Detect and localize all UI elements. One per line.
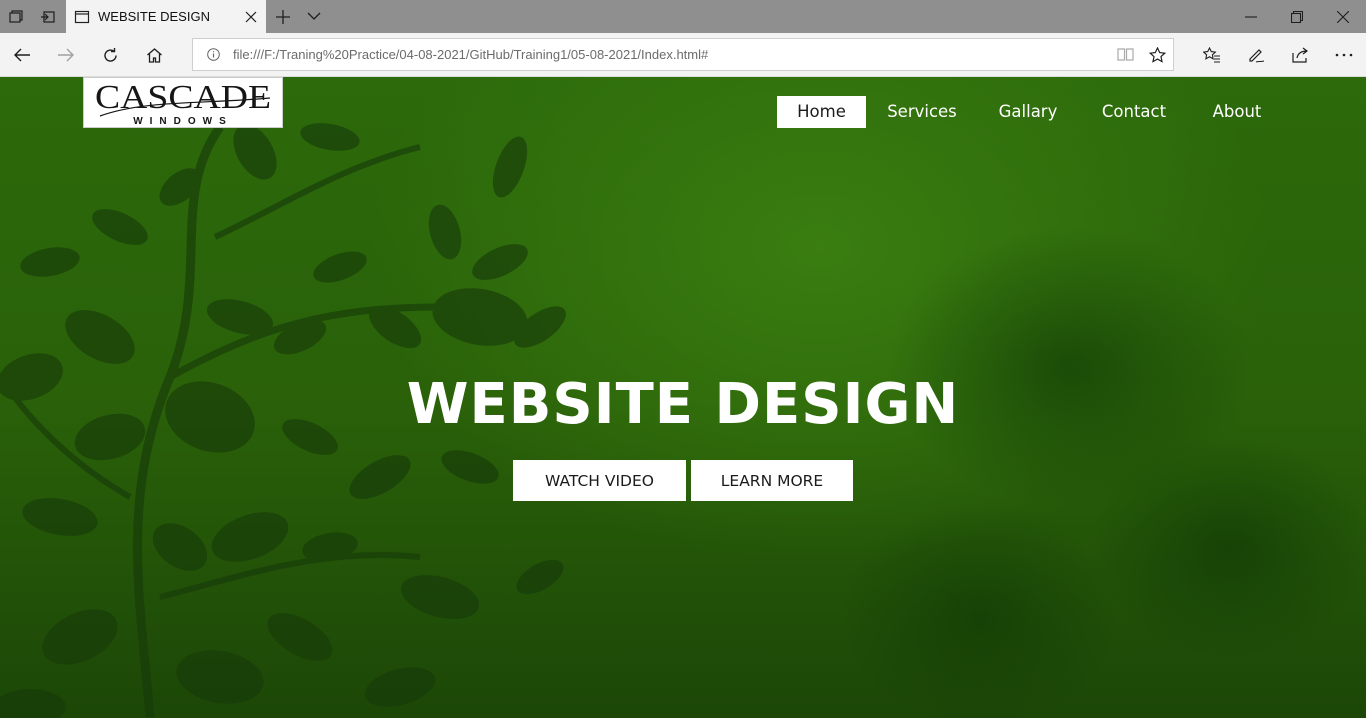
nav-about[interactable]: About [1190, 96, 1284, 128]
browser-toolbar: file:///F:/Traning%20Practice/04-08-2021… [0, 33, 1366, 77]
set-aside-tabs-icon[interactable] [32, 0, 64, 33]
favorites-icon[interactable] [1190, 33, 1234, 77]
pen-icon[interactable] [1234, 33, 1278, 77]
nav-services[interactable]: Services [866, 96, 978, 128]
tab-actions-icon[interactable] [0, 0, 32, 33]
home-icon[interactable] [132, 33, 176, 77]
window-close-icon[interactable] [1320, 0, 1366, 33]
hero-section: CASCADE WINDOWS Home Services Gallary Co… [0, 77, 1366, 718]
back-icon[interactable] [0, 33, 44, 77]
info-icon[interactable] [193, 39, 233, 70]
svg-text:WINDOWS: WINDOWS [133, 116, 233, 127]
hero-title: WEBSITE DESIGN [406, 372, 960, 437]
nav-contact[interactable]: Contact [1078, 96, 1190, 128]
watch-video-button[interactable]: WATCH VIDEO [513, 460, 686, 501]
page-icon [74, 9, 90, 25]
nav-home[interactable]: Home [777, 96, 866, 128]
url-text[interactable]: file:///F:/Traning%20Practice/04-08-2021… [233, 47, 1109, 62]
browser-tab[interactable]: WEBSITE DESIGN [66, 0, 266, 33]
main-nav: Home Services Gallary Contact About [777, 96, 1284, 128]
restore-icon[interactable] [1274, 0, 1320, 33]
refresh-icon[interactable] [88, 33, 132, 77]
address-bar[interactable]: file:///F:/Traning%20Practice/04-08-2021… [192, 38, 1174, 71]
share-icon[interactable] [1278, 33, 1322, 77]
new-tab-icon[interactable] [268, 0, 298, 33]
more-icon[interactable] [1322, 33, 1366, 77]
forward-icon[interactable] [44, 33, 88, 77]
nav-gallary[interactable]: Gallary [978, 96, 1078, 128]
chevron-down-icon[interactable] [300, 0, 328, 33]
reading-view-icon[interactable] [1109, 39, 1141, 70]
cascade-logo-image: CASCADE WINDOWS [95, 79, 271, 127]
tab-title: WEBSITE DESIGN [98, 9, 210, 24]
logo[interactable]: CASCADE WINDOWS [83, 77, 283, 128]
learn-more-button[interactable]: LEARN MORE [691, 460, 853, 501]
star-icon[interactable] [1141, 39, 1173, 70]
tab-bar: WEBSITE DESIGN [0, 0, 1366, 33]
minimize-icon[interactable] [1228, 0, 1274, 33]
close-icon[interactable] [236, 0, 266, 33]
